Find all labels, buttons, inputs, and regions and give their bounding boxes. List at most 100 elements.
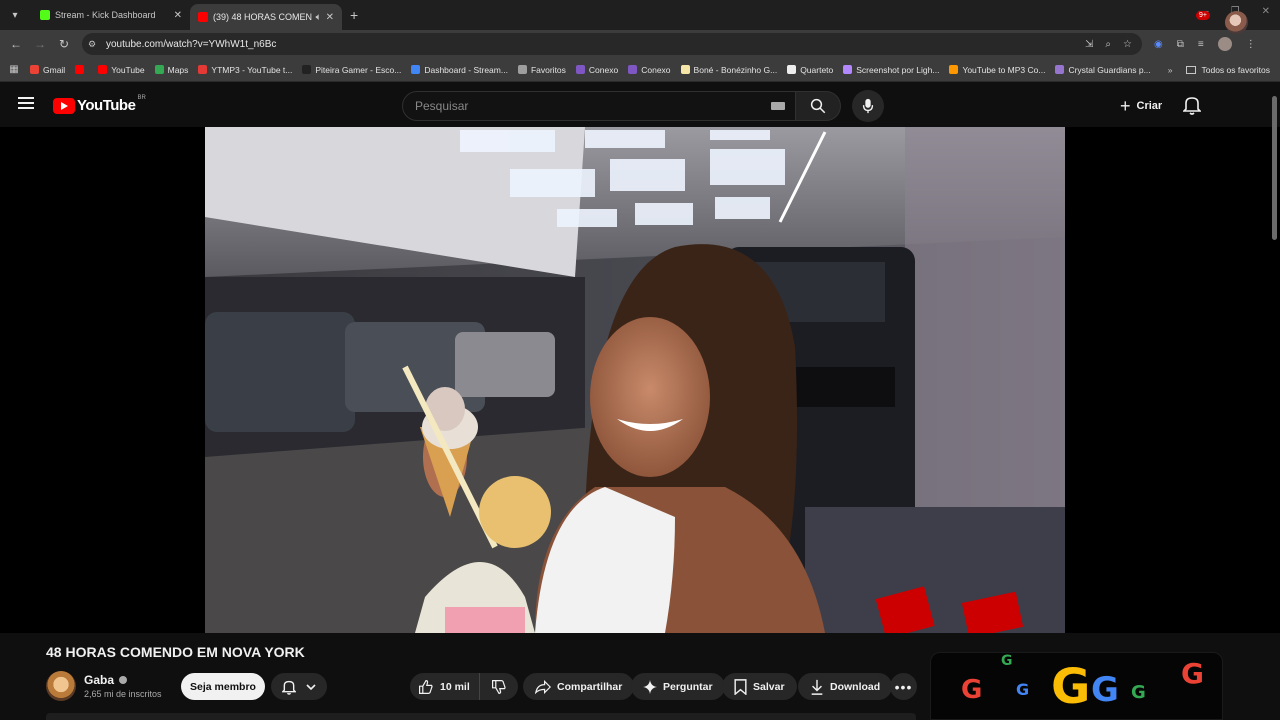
bookmark-label: Conexo (588, 64, 619, 75)
site-info-icon[interactable]: ⚙ (88, 39, 102, 50)
subscribed-notifications-button[interactable] (271, 673, 327, 700)
sponsored-card[interactable]: G G G G G G G (930, 652, 1223, 720)
svg-text:G: G (1001, 653, 1013, 669)
bookmark-item[interactable]: Conexo (628, 65, 671, 75)
bookmark-item[interactable]: Dashboard - Stream... (411, 65, 508, 75)
bookmarks-bar: ▦ Gmail YouTube Maps YTMP3 - YouTube t... Pi… (0, 58, 1280, 82)
video-player[interactable] (205, 127, 1065, 633)
svg-text:G: G (1016, 680, 1029, 699)
omnibox[interactable]: ⚙ youtube.com/watch?v=YWhW1t_n6Bc ⇲ ⌕ ☆ (82, 33, 1142, 55)
bookmark-label: Crystal Guardians p... (1068, 64, 1151, 75)
bookmark-item[interactable]: Gmail (30, 65, 65, 75)
bookmark-star-icon[interactable]: ☆ (1123, 39, 1132, 50)
bookmark-item[interactable]: Quarteto (787, 65, 833, 75)
all-bookmarks-folder[interactable]: Todos os favoritos (1186, 65, 1270, 75)
bookmark-item[interactable]: Maps (154, 65, 188, 75)
browser-tab-bar: ▾ Stream - Kick Dashboard ✕ (39) 48 HORA… (0, 0, 1280, 30)
thumbs-down-icon (492, 679, 506, 694)
bookmark-label: Favoritos (530, 64, 566, 75)
speaker-icon[interactable]: 🔈︎ (316, 12, 322, 23)
keyboard-icon[interactable] (771, 102, 785, 110)
svg-text:G: G (1091, 670, 1119, 710)
reload-icon[interactable]: ↻ (52, 37, 76, 51)
tab-search-icon[interactable]: ▾ (4, 4, 26, 26)
tab-kick-dashboard[interactable]: Stream - Kick Dashboard ✕ (32, 0, 190, 30)
tab-title: Stream - Kick Dashboard (55, 10, 156, 20)
bookmark-favicon-icon (517, 65, 527, 74)
close-window-icon[interactable]: ✕ (1262, 6, 1270, 17)
more-bookmarks-icon[interactable]: » (1168, 65, 1173, 75)
bookmark-favicon-icon (575, 65, 585, 74)
search-button[interactable] (795, 91, 841, 121)
bookmark-item[interactable]: Favoritos (517, 64, 566, 75)
profile-avatar[interactable] (1217, 37, 1232, 51)
bookmark-item[interactable]: YouTube to MP3 Co... (949, 65, 1045, 75)
bookmark-favicon-icon (680, 65, 690, 74)
youtube-logo[interactable]: YouTube BR (53, 95, 146, 114)
more-actions-icon[interactable]: ••• (890, 673, 917, 700)
bookmark-label: Screenshot por Ligh... (856, 64, 940, 75)
youtube-play-icon (53, 97, 75, 114)
forward-icon[interactable]: → (28, 37, 52, 51)
bookmark-item[interactable]: YouTube (98, 65, 145, 75)
apps-grid-icon[interactable]: ▦ (0, 64, 28, 75)
search-input[interactable]: Pesquisar (402, 91, 796, 121)
voice-search-button[interactable] (852, 90, 884, 122)
channel-avatar[interactable] (46, 671, 76, 701)
bookmark-item[interactable] (75, 65, 88, 74)
account-avatar[interactable] (1225, 11, 1248, 34)
download-button[interactable]: Download (798, 673, 893, 700)
address-bar-row: ← → ↻ ⚙ youtube.com/watch?v=YWhW1t_n6Bc … (0, 30, 1280, 58)
bookmark-favicon-icon (30, 65, 39, 74)
dislike-button[interactable] (480, 673, 518, 700)
description-box-edge[interactable] (46, 713, 916, 720)
youtube-favicon-icon (198, 12, 208, 22)
bookmark-item[interactable]: Crystal Guardians p... (1055, 64, 1151, 75)
share-button[interactable]: Compartilhar (523, 673, 635, 700)
bookmark-item[interactable]: Conexo (575, 64, 619, 75)
save-label: Salvar (753, 680, 785, 693)
bookmark-icon (734, 678, 747, 695)
join-member-button[interactable]: Seja membro (181, 673, 265, 700)
ask-button[interactable]: Perguntar (631, 673, 725, 700)
bookmark-item[interactable]: Screenshot por Ligh... (843, 65, 939, 75)
page-scrollbar[interactable] (1272, 96, 1277, 240)
like-dislike-group: 10 mil (410, 673, 518, 700)
bookmark-item[interactable]: YTMP3 - YouTube t... (198, 65, 292, 75)
create-button[interactable]: + Criar (1112, 92, 1170, 120)
bookmark-item[interactable]: Boné - Bonézinho G... (680, 65, 777, 75)
bookmark-favicon-icon (302, 65, 312, 74)
search-placeholder: Pesquisar (415, 99, 469, 113)
extensions-puzzle-icon[interactable]: ⧉ (1177, 39, 1184, 50)
close-tab-icon[interactable]: ✕ (326, 12, 334, 23)
channel-name[interactable]: Gaba (84, 673, 128, 687)
tab-youtube-video[interactable]: (39) 48 HORAS COMENDO 🔈︎ ✕ (190, 4, 342, 30)
video-letterbox-left (0, 127, 205, 633)
video-letterbox-right (1065, 127, 1280, 633)
bookmark-label: Quarteto (800, 64, 834, 75)
browser-menu-icon[interactable]: ⋮ (1246, 39, 1256, 50)
svg-text:G: G (1131, 682, 1146, 703)
youtube-wordmark: YouTube (77, 97, 136, 114)
media-controls-icon[interactable]: ≡ (1198, 39, 1204, 50)
bookmark-favicon-icon (75, 65, 85, 74)
bookmark-label: YouTube to MP3 Co... (962, 64, 1046, 75)
bookmark-favicon-icon (411, 65, 421, 74)
notification-badge: 9+ (1196, 11, 1210, 20)
url-text[interactable]: youtube.com/watch?v=YWhW1t_n6Bc (106, 39, 1085, 50)
back-icon[interactable]: ← (4, 37, 28, 51)
new-tab-button[interactable]: + (350, 7, 358, 23)
bell-icon (1182, 97, 1202, 115)
zoom-icon[interactable]: ⌕ (1105, 39, 1111, 50)
like-button[interactable]: 10 mil (410, 673, 480, 700)
bookmark-favicon-icon (949, 65, 959, 74)
menu-hamburger-icon[interactable] (18, 97, 34, 109)
save-button[interactable]: Salvar (722, 673, 797, 700)
bookmark-label: Dashboard - Stream... (424, 64, 508, 75)
install-app-icon[interactable]: ⇲ (1085, 39, 1093, 50)
thumbs-up-icon (419, 679, 433, 694)
extension-icon[interactable]: ◉ (1154, 39, 1163, 50)
close-tab-icon[interactable]: ✕ (174, 10, 182, 21)
notifications-button[interactable] (1182, 95, 1205, 117)
bookmark-item[interactable]: Piteira Gamer - Esco... (302, 65, 401, 75)
